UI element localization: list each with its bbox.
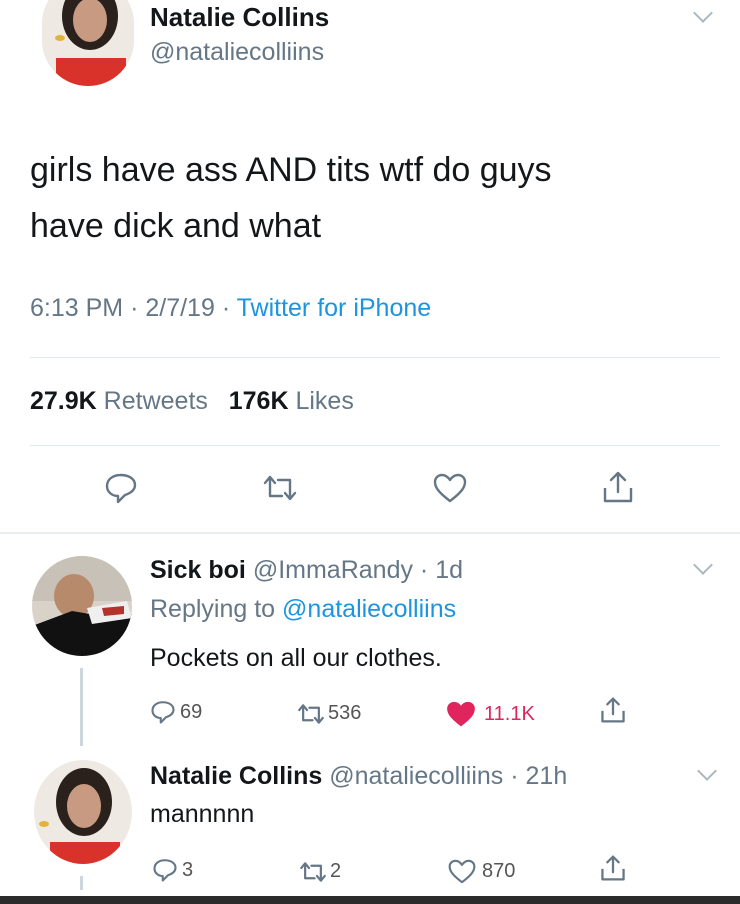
retweet-count: 2 [330,860,342,882]
like-button[interactable]: 11.1K [446,701,535,727]
like-count: 11.1K [484,702,535,725]
tweet-stats: 27.9K Retweets 176K Likes [30,387,354,416]
reply-count: 69 [180,700,203,723]
share-icon [601,697,625,723]
avatar[interactable] [42,0,134,86]
tweet-source[interactable]: Twitter for iPhone [237,294,432,322]
heart-icon [448,859,476,884]
separator-dot: · [221,294,237,322]
reply-count: 3 [182,858,194,881]
likes-label: Likes [295,387,354,415]
heart-filled-icon [447,701,475,727]
thread-line [80,668,83,746]
retweet-icon [300,861,326,882]
bottom-bar [0,896,740,904]
reply-text: Pockets on all our clothes. [150,644,442,672]
section-divider [0,532,740,534]
avatar[interactable] [32,556,132,656]
retweet-icon [263,475,297,501]
author-handle[interactable]: @nataliecolliins [329,762,503,790]
author-name[interactable]: Sick boi [150,556,246,584]
retweet-button[interactable]: 2 [298,860,341,883]
retweet-icon [298,703,324,724]
separator-dot: · [412,556,436,584]
reply-age[interactable]: 1d [435,556,463,584]
replying-handle[interactable]: @nataliecolliins [282,595,456,623]
share-button[interactable] [602,470,634,504]
retweets-count: 27.9K [30,387,97,415]
share-icon [601,855,625,881]
replying-prefix: Replying to [150,595,276,623]
divider [30,357,720,358]
author-name[interactable]: Natalie Collins [150,2,329,33]
retweet-button[interactable]: 536 [296,702,361,725]
likes-count: 176K [228,387,289,415]
reply-icon [151,701,175,724]
like-count: 870 [482,860,516,882]
tweet-time[interactable]: 6:13 PM [30,294,123,322]
retweet-count: 536 [328,702,362,724]
thread-line [80,876,83,890]
reply-text: mannnnn [150,800,255,828]
tweet-text-line-2: have dick and what [30,207,322,245]
replying-to: Replying to @nataliecolliins [150,595,456,624]
separator-dot: · [503,762,526,790]
chevron-down-icon[interactable] [693,3,713,23]
retweets-label: Retweets [103,387,208,415]
separator-dot: · [130,294,146,322]
retweet-button[interactable] [262,474,298,502]
reply-button[interactable]: 69 [150,700,202,724]
reply-icon [153,859,177,882]
divider [30,445,720,446]
reply-icon [105,473,137,504]
tweet-date[interactable]: 2/7/19 [145,294,215,322]
like-button[interactable]: 870 [448,859,515,884]
reply-age[interactable]: 21h [526,762,568,790]
reply-header: Natalie Collins @nataliecolliins · 21h [150,762,567,791]
author-name[interactable]: Natalie Collins [150,762,322,790]
author-handle[interactable]: @ImmaRandy [253,556,413,584]
tweet-meta: 6:13 PM · 2/7/19 · Twitter for iPhone [30,294,431,323]
chevron-down-icon[interactable] [697,761,717,781]
likes-stat[interactable]: 176K Likes [229,387,354,415]
share-button[interactable] [600,854,626,882]
author-handle[interactable]: @nataliecolliins [150,38,324,67]
avatar-photo [34,760,132,864]
avatar-photo [42,0,134,86]
reply-button[interactable] [104,472,138,504]
heart-icon [433,473,467,503]
share-button[interactable] [600,696,626,724]
avatar-photo [32,556,132,656]
tweet-text-line-1: girls have ass AND tits wtf do guys [30,151,552,189]
share-icon [603,471,633,503]
reply-header: Sick boi @ImmaRandy · 1d [150,556,463,585]
reply-button[interactable]: 3 [152,858,193,882]
tweet-text: girls have ass AND tits wtf do guys have… [30,142,552,254]
avatar[interactable] [34,760,132,864]
retweets-stat[interactable]: 27.9K Retweets [30,387,215,415]
chevron-down-icon[interactable] [693,555,713,575]
like-button[interactable] [433,473,467,503]
